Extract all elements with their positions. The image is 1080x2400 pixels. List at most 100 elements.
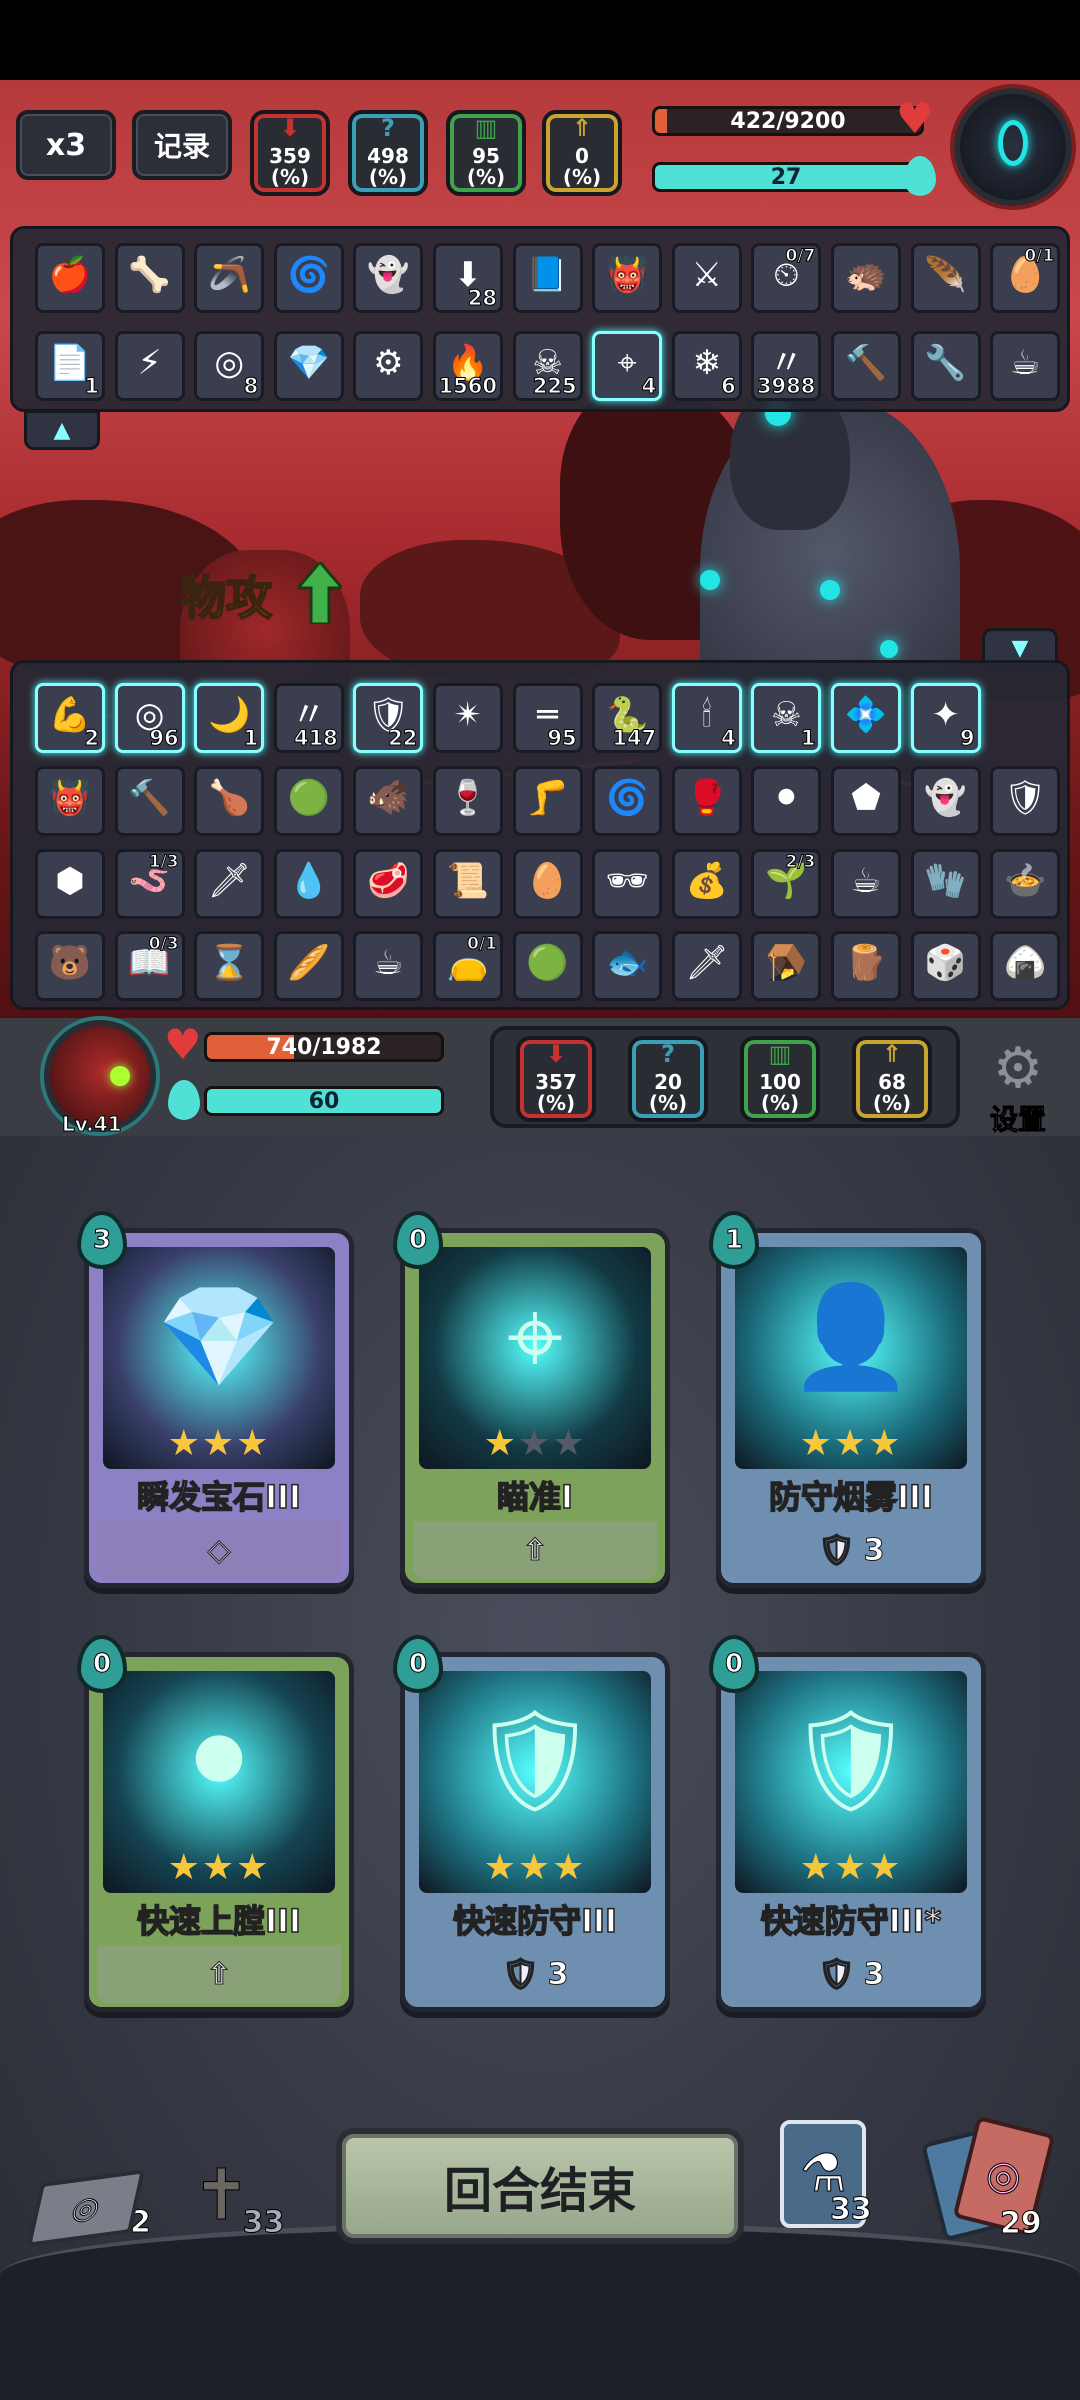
relic-slot[interactable]: 🥚 0/1 <box>990 243 1061 313</box>
relic-slot[interactable]: 💠 <box>831 683 901 753</box>
draw-pile[interactable]: ◎ 2 <box>26 2160 151 2247</box>
relic-slot[interactable]: 💎 <box>273 331 344 401</box>
relic-slot[interactable]: 🗡 <box>671 931 742 1001</box>
relic-slot[interactable]: 📘 <box>512 243 583 313</box>
stat-badge[interactable]: ⬇ 359 (%) <box>250 110 330 196</box>
enemy-avatar[interactable] <box>954 88 1072 206</box>
relic-slot[interactable]: 🛡 <box>990 766 1061 836</box>
relic-slot[interactable]: 〃 418 <box>273 683 344 753</box>
relic-slot[interactable]: 🟢 <box>512 931 583 1001</box>
relic-slot[interactable]: 🐻 <box>35 931 105 1001</box>
relic-slot[interactable]: 💰 <box>671 849 742 919</box>
skill-card[interactable]: 👤 ★★★ 防守烟雾III 🛡 3 1 <box>709 1211 986 1588</box>
relic-slot[interactable]: 🪤 <box>751 931 822 1001</box>
relic-slot[interactable]: 💪 2 <box>35 683 105 753</box>
settings-button[interactable]: ⚙ 设置 <box>976 1040 1060 1137</box>
skill-card[interactable]: 🛡 ★★★ 快速防守III 🛡 3 0 <box>393 1635 670 2012</box>
skill-card[interactable]: 💎 ★★★ 瞬发宝石III ◇ 3 <box>77 1211 354 1588</box>
relic-slot[interactable]: 🔧 <box>910 331 981 401</box>
stat-badge[interactable]: ▥ 95 (%) <box>446 110 526 196</box>
relic-slot[interactable]: ⬟ <box>831 766 901 836</box>
relic-slot[interactable]: 〃 3988 <box>751 331 822 401</box>
relic-slot[interactable]: 🌱 2/3 <box>751 849 822 919</box>
relic-slot[interactable]: ⚙ <box>353 331 424 401</box>
relic-slot[interactable]: 🪃 <box>194 243 265 313</box>
relic-slot[interactable]: ⏲ 0/7 <box>751 243 822 313</box>
relic-slot[interactable]: 🌀 <box>592 766 663 836</box>
speed-button[interactable]: x3 <box>16 110 116 180</box>
relic-slot[interactable]: 👹 <box>35 766 105 836</box>
stat-badge[interactable]: ▥ 100 (%) <box>740 1036 820 1122</box>
relic-slot[interactable]: ◎ 8 <box>194 331 265 401</box>
relic-slot[interactable]: 🐟 <box>592 931 663 1001</box>
relic-slot[interactable]: 🍗 <box>194 766 265 836</box>
skill-card[interactable]: ⌖ ★★★ 瞄准I ⇧ 0 <box>393 1211 670 1588</box>
stat-badge[interactable]: ⬇ 357 (%) <box>516 1036 596 1122</box>
relic-slot[interactable]: 💧 <box>273 849 344 919</box>
relic-slot[interactable]: 📄 1 <box>35 331 105 401</box>
relic-slot[interactable]: 🛡 22 <box>353 683 424 753</box>
relic-slot[interactable]: 🕯 4 <box>671 683 742 753</box>
relic-slot[interactable]: ⬢ <box>35 849 105 919</box>
relic-slot[interactable]: 🟢 <box>273 766 344 836</box>
relic-slot[interactable]: 👻 <box>353 243 424 313</box>
relic-slot[interactable]: 🎲 <box>910 931 981 1001</box>
relic-slot[interactable]: 🧤 <box>910 849 981 919</box>
relic-slot[interactable]: 🍙 <box>990 931 1061 1001</box>
relic-slot[interactable]: 📜 <box>433 849 503 919</box>
relic-slot[interactable]: 🔥 1560 <box>433 331 503 401</box>
relic-slot[interactable]: 🐍 147 <box>592 683 663 753</box>
grave-pile[interactable]: ✝ 33 <box>192 2128 285 2241</box>
relic-slot[interactable]: 🌙 1 <box>194 683 265 753</box>
relic-slot[interactable]: 🪵 <box>831 931 901 1001</box>
relic-slot[interactable]: ✴ <box>433 683 503 753</box>
relic-slot[interactable]: ❄ 6 <box>671 331 742 401</box>
relic-slot[interactable]: 🔨 <box>114 766 185 836</box>
relic-slot[interactable]: ☠ 225 <box>512 331 583 401</box>
relic-slot[interactable]: 🍲 <box>990 849 1061 919</box>
relic-slot[interactable]: ⚔ <box>671 243 742 313</box>
relic-slot[interactable]: 🪶 <box>910 243 981 313</box>
relic-slot[interactable]: 🦴 <box>114 243 185 313</box>
relic-slot[interactable]: ⌖ 4 <box>592 331 663 401</box>
discard-pile[interactable]: ◎ 29 <box>921 2115 1062 2250</box>
relic-slot[interactable]: 🍎 <box>35 243 105 313</box>
relic-slot[interactable]: 📖 0/3 <box>114 931 185 1001</box>
relic-slot[interactable]: ☕ <box>831 849 901 919</box>
relic-slot[interactable]: 🕶 <box>592 849 663 919</box>
relic-slot[interactable]: 🔨 <box>831 331 901 401</box>
relic-slot[interactable]: 🦵 <box>512 766 583 836</box>
relic-slot[interactable]: 🗡 <box>194 849 265 919</box>
skill-card[interactable]: ⚫ ★★★ 快速上膛III ⇧ 0 <box>77 1635 354 2012</box>
relic-slot[interactable]: 🪱 1/3 <box>114 849 185 919</box>
relic-slot[interactable]: ☕ <box>353 931 424 1001</box>
relic-slot[interactable]: ⬇ 28 <box>433 243 503 313</box>
relic-slot[interactable]: 🍷 <box>433 766 503 836</box>
relic-slot[interactable]: 🥚 <box>512 849 583 919</box>
stat-badge[interactable]: ⇑ 0 (%) <box>542 110 622 196</box>
relic-slot[interactable]: 🦔 <box>831 243 901 313</box>
relic-slot[interactable]: ✦ 9 <box>910 683 981 753</box>
potion-slot[interactable]: ⚗ 33 <box>776 2120 876 2238</box>
relic-slot[interactable]: 👹 <box>592 243 663 313</box>
skill-card[interactable]: 🛡 ★★★ 快速防守III* 🛡 3 0 <box>709 1635 986 2012</box>
end-turn-button[interactable]: 回合结束 <box>336 2128 744 2244</box>
relic-slot[interactable]: 👻 <box>910 766 981 836</box>
log-button[interactable]: 记录 <box>132 110 232 180</box>
relic-slot[interactable]: 👝 0/1 <box>433 931 503 1001</box>
relic-slot[interactable]: ⚫ <box>751 766 822 836</box>
relic-slot[interactable]: ⌛ <box>194 931 265 1001</box>
relic-slot[interactable]: 🥊 <box>671 766 742 836</box>
relic-slot[interactable]: 🐗 <box>353 766 424 836</box>
relic-slot[interactable]: 🥖 <box>273 931 344 1001</box>
stat-badge[interactable]: ? 20 (%) <box>628 1036 708 1122</box>
relic-slot[interactable]: 🌀 <box>273 243 344 313</box>
stat-badge[interactable]: ? 498 (%) <box>348 110 428 196</box>
relic-slot[interactable]: ☕ <box>990 331 1061 401</box>
relic-slot[interactable]: ☠ 1 <box>751 683 822 753</box>
relic-slot[interactable]: ◎ 96 <box>114 683 185 753</box>
collapse-enemy-relics-button[interactable]: ▲ <box>24 410 100 450</box>
relic-slot[interactable]: 🥩 <box>353 849 424 919</box>
relic-slot[interactable]: ═ 95 <box>512 683 583 753</box>
relic-slot[interactable]: ⚡ <box>114 331 185 401</box>
